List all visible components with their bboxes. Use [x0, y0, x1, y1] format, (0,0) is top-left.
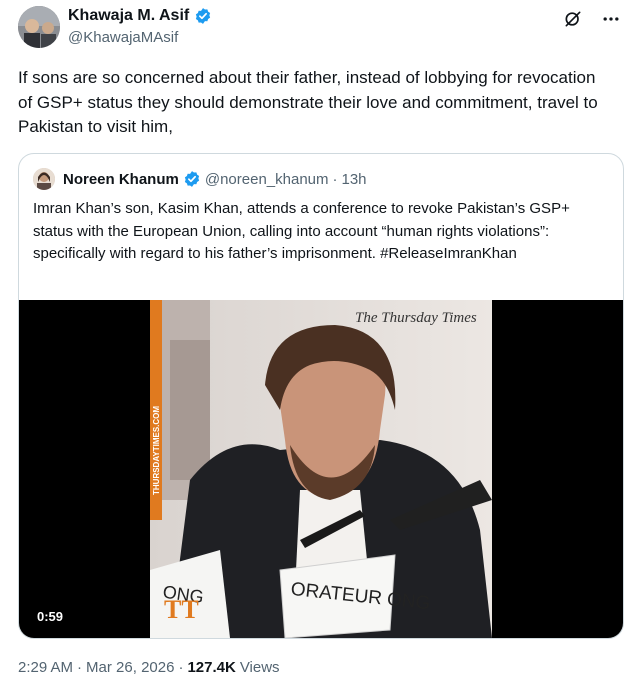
tweet-date[interactable]: Mar 26, 2026	[86, 659, 174, 676]
tweet-actions-top	[562, 8, 622, 30]
author-handle[interactable]: @KhawajaMAsif	[68, 29, 178, 46]
video-frame: THURSDAYTIMES.COM ONG ORATEUR ONG The Th…	[150, 300, 492, 638]
quoted-tweet[interactable]: Noreen Khanum @noreen_khanum · 13h Imran…	[18, 153, 624, 639]
quote-author-name[interactable]: Noreen Khanum	[63, 171, 179, 188]
quote-author-avatar[interactable]	[33, 168, 55, 190]
video-side-banner: THURSDAYTIMES.COM	[152, 406, 161, 495]
grok-icon[interactable]	[562, 8, 584, 30]
meta-separator: ·	[77, 659, 83, 676]
quote-header: Noreen Khanum @noreen_khanum · 13h	[63, 170, 367, 188]
author-avatar[interactable]	[18, 6, 60, 48]
more-icon[interactable]	[600, 8, 622, 30]
quote-timestamp[interactable]: 13h	[342, 171, 367, 188]
tweet: Khawaja M. Asif @KhawajaMAsif If sons ar…	[0, 0, 640, 693]
quote-text: Imran Khan’s son, Kasim Khan, attends a …	[33, 200, 570, 262]
video-corner-logo: TT	[164, 595, 199, 624]
video-watermark: The Thursday Times	[355, 310, 477, 326]
author-name[interactable]: Khawaja M. Asif	[68, 7, 189, 25]
quote-author-handle[interactable]: @noreen_khanum	[205, 171, 329, 188]
tweet-time[interactable]: 2:29 AM	[18, 659, 73, 676]
views-label: Views	[239, 659, 280, 676]
verified-badge-icon	[196, 8, 211, 24]
quote-separator: ·	[332, 170, 338, 188]
meta-separator: ·	[178, 659, 184, 676]
video-player[interactable]: THURSDAYTIMES.COM ONG ORATEUR ONG The Th…	[19, 300, 623, 638]
verified-badge-icon	[184, 171, 199, 187]
tweet-text: If sons are so concerned about their fat…	[18, 68, 598, 136]
author-name-row[interactable]: Khawaja M. Asif	[68, 7, 212, 25]
views-count[interactable]: 127.4K	[187, 659, 235, 676]
tweet-meta: 2:29 AM · Mar 26, 2026 · 127.4K Views	[18, 659, 280, 676]
video-duration: 0:59	[31, 607, 70, 626]
